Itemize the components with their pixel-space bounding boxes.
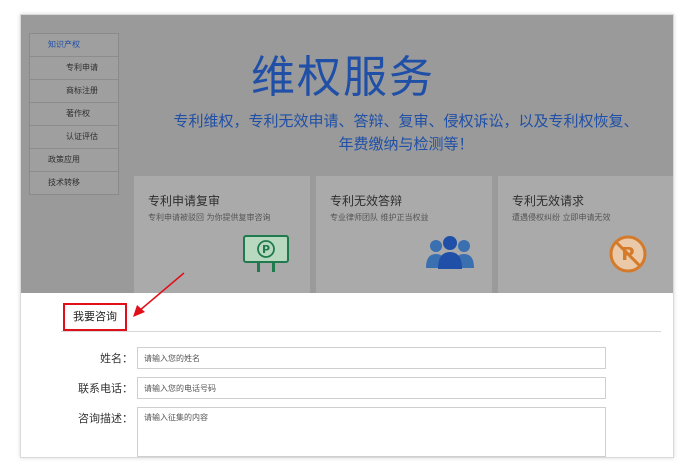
phone-row: 联系电话： 请输入您的电话号码 — [21, 377, 673, 401]
service-card-review[interactable]: 专利申请复审 专利申请被驳回 为你提供复审咨询 P — [133, 175, 311, 297]
description-textarea[interactable]: 请输入征集的内容 — [137, 407, 606, 457]
description-row: 咨询描述： 请输入征集的内容 — [21, 407, 673, 457]
service-card-invalidation[interactable]: 专利无效请求 遭遇侵权纠纷 立即申请无效 P — [497, 175, 674, 297]
section-divider — [61, 331, 661, 332]
card-title: 专利无效答辩 — [330, 192, 402, 209]
card-description: 遭遇侵权纠纷 立即申请无效 — [512, 212, 611, 223]
phone-label: 联系电话： — [33, 377, 133, 401]
sidebar-item-policy[interactable]: 政策应用 — [30, 149, 118, 172]
consult-section: 我要咨询 姓名： 请输入您的姓名 联系电话： 请输入您的电话号码 咨询描述： 请… — [21, 293, 673, 457]
name-input[interactable]: 请输入您的姓名 — [137, 347, 606, 369]
sidebar-item-tech-transfer[interactable]: 技术转移 — [30, 172, 118, 194]
sidebar-item-copyright[interactable]: 著作权 — [30, 103, 118, 126]
no-patent-icon: P — [608, 234, 648, 274]
page-title: 维权服务 — [251, 41, 435, 105]
patent-sign-icon: P — [242, 234, 290, 274]
description-label: 咨询描述： — [33, 407, 133, 431]
service-cards: 专利申请复审 专利申请被驳回 为你提供复审咨询 P 专利无效答辩 专业律师团队 … — [133, 175, 665, 295]
sidebar-item-patent-apply[interactable]: 专利申请 — [30, 57, 118, 80]
sidebar-item-trademark[interactable]: 商标注册 — [30, 80, 118, 103]
service-card-defense[interactable]: 专利无效答辩 专业律师团队 维护正当权益 — [315, 175, 493, 297]
consult-label: 我要咨询 — [63, 303, 127, 331]
sidebar-item-ip[interactable]: 知识产权 — [30, 34, 118, 57]
page-frame: 知识产权 专利申请 商标注册 著作权 认证评估 政策应用 技术转移 维权服务 专… — [20, 14, 674, 458]
name-row: 姓名： 请输入您的姓名 — [21, 347, 673, 371]
name-label: 姓名： — [33, 347, 133, 371]
hero-banner: 知识产权 专利申请 商标注册 著作权 认证评估 政策应用 技术转移 维权服务 专… — [21, 15, 673, 293]
page-subtitle: 专利维权，专利无效申请、答辩、复审、侵权诉讼，以及专利权恢复、年费缴纳与检测等！ — [171, 110, 641, 156]
card-description: 专利申请被驳回 为你提供复审咨询 — [148, 212, 271, 223]
sidebar-nav: 知识产权 专利申请 商标注册 著作权 认证评估 政策应用 技术转移 — [29, 33, 119, 195]
card-title: 专利无效请求 — [512, 192, 584, 209]
sidebar-item-certification[interactable]: 认证评估 — [30, 126, 118, 149]
svg-text:P: P — [262, 243, 270, 256]
card-title: 专利申请复审 — [148, 192, 220, 209]
phone-input[interactable]: 请输入您的电话号码 — [137, 377, 606, 399]
card-description: 专业律师团队 维护正当权益 — [330, 212, 429, 223]
people-group-icon — [424, 234, 476, 270]
